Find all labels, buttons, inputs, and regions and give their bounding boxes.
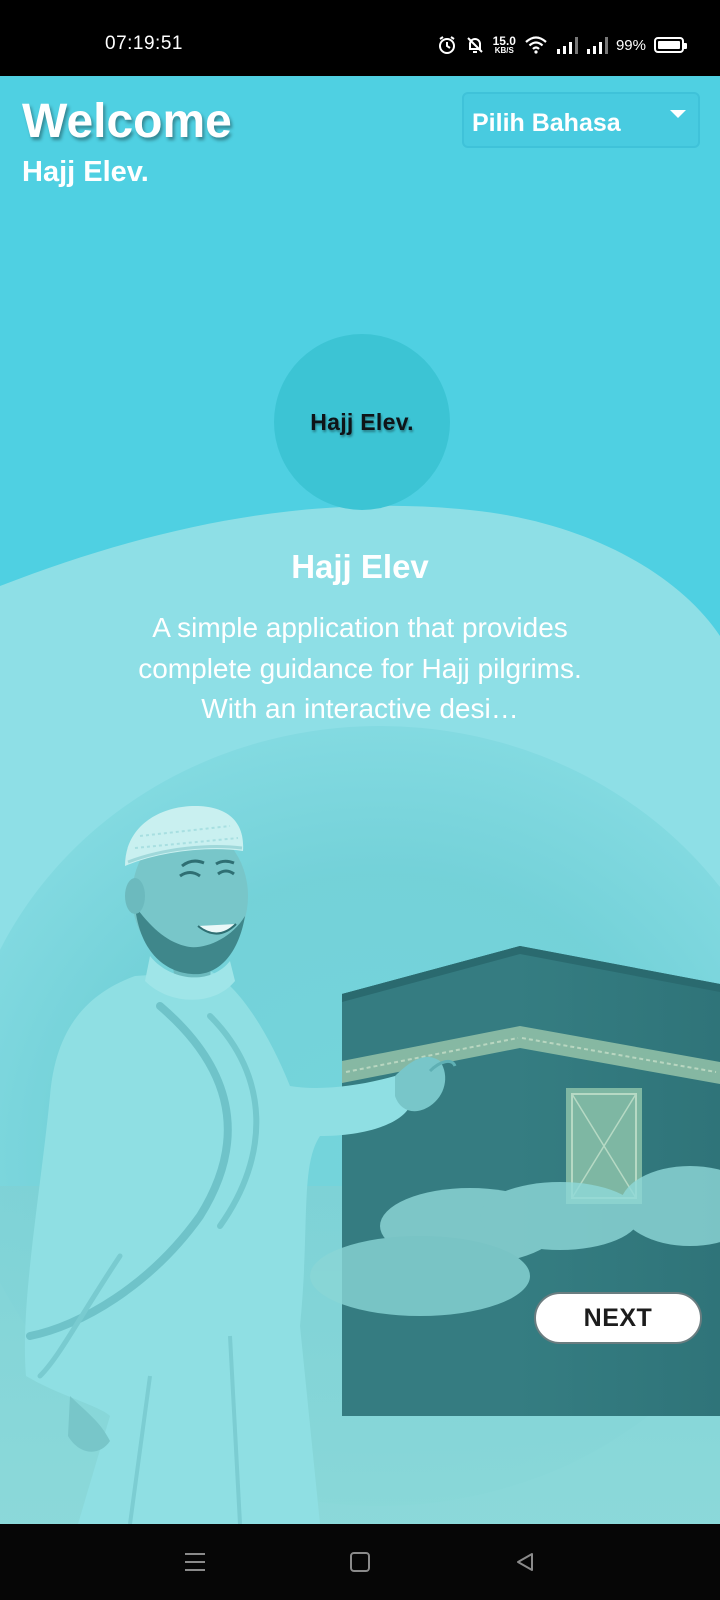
system-nav-bar	[0, 1524, 720, 1600]
app-name-subtitle: Hajj Elev.	[22, 156, 149, 188]
back-triangle-icon[interactable]	[505, 1544, 545, 1580]
intro-title: Hajj Elev	[291, 548, 429, 585]
net-speed-unit: KB/S	[494, 46, 514, 55]
status-bar: 07:19:51 15.0 KB/S 99%	[0, 0, 720, 76]
net-speed-indicator: 15.0 KB/S	[493, 35, 516, 55]
battery-percent: 99%	[615, 36, 646, 54]
welcome-screen: Welcome Hajj Elev. Pilih Bahasa Hajj Ele…	[0, 76, 720, 1524]
wifi-icon	[524, 35, 548, 55]
language-dropdown[interactable]: Pilih Bahasa	[462, 92, 700, 148]
intro-description: A simple application that provides compl…	[138, 612, 582, 725]
menu-icon[interactable]	[175, 1544, 215, 1580]
status-icons: 15.0 KB/S 99%	[437, 30, 687, 60]
next-button[interactable]: NEXT	[534, 1292, 702, 1344]
dropdown-arrow-icon	[670, 110, 686, 118]
app-logo: Hajj Elev.	[274, 334, 450, 510]
signal-icon	[586, 36, 608, 54]
home-square-icon[interactable]	[340, 1544, 380, 1580]
language-dropdown-label: Pilih Bahasa	[472, 108, 621, 137]
bell-off-icon	[465, 35, 485, 55]
status-time: 07:19:51	[105, 33, 183, 54]
battery-fill	[658, 41, 680, 49]
signal-icon	[556, 36, 578, 54]
welcome-title: Welcome	[22, 95, 232, 148]
battery-icon	[654, 37, 687, 53]
alarm-icon	[437, 35, 457, 55]
logo-text: Hajj Elev.	[310, 408, 414, 435]
